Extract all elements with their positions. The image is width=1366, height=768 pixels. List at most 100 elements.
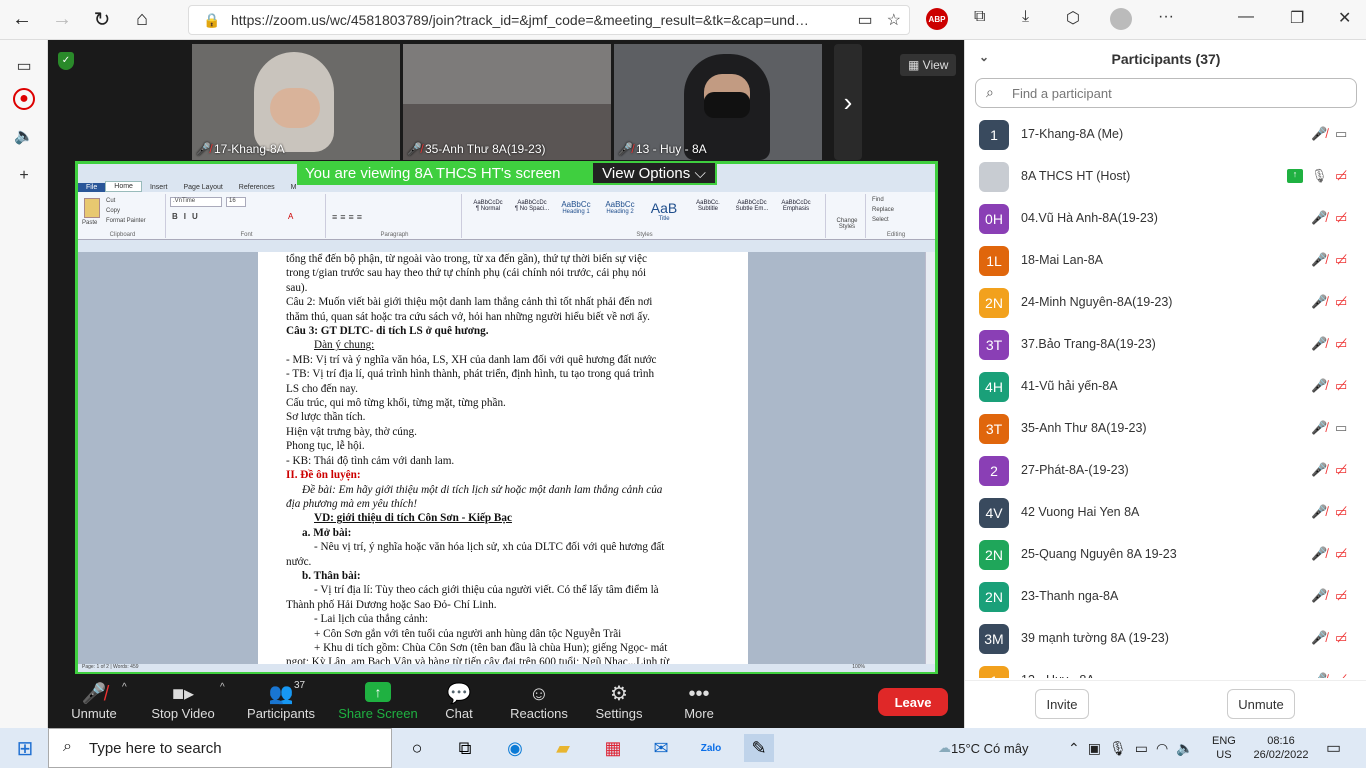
leave-button[interactable]: Leave xyxy=(878,688,948,716)
edge-icon[interactable]: ◉ xyxy=(500,734,530,762)
participants-button[interactable]: 👥 37 Participants xyxy=(226,674,336,728)
audio-options-caret[interactable]: ^ xyxy=(122,682,127,693)
participant-row[interactable]: 3T 35-Anh Thư 8A(19-23) 🎤̸ ▭ xyxy=(965,408,1366,450)
paste-icon[interactable] xyxy=(84,198,100,218)
shared-screen[interactable]: File Home Insert Page Layout References … xyxy=(75,161,938,675)
back-button[interactable]: ← xyxy=(4,4,40,36)
document-scrollbar[interactable] xyxy=(925,252,935,664)
camera-icon[interactable]: ▭ xyxy=(1135,740,1148,757)
style-subtle-emphasis[interactable]: AaBbCcDc Subtle Em... xyxy=(730,200,774,230)
wifi-icon[interactable]: ◠ xyxy=(1156,740,1168,757)
address-bar[interactable]: 🔒 https://zoom.us/wc/4581803789/join?tra… xyxy=(188,5,910,35)
style-emphasis[interactable]: AaBbCcDc Emphasis xyxy=(774,200,818,230)
minimize-icon[interactable]: — xyxy=(1238,8,1254,26)
format-painter-button[interactable]: Format Painter xyxy=(106,218,146,224)
invite-button[interactable]: Invite xyxy=(1035,689,1089,719)
tab-insert[interactable]: Insert xyxy=(142,183,176,192)
video-tile[interactable]: 🎤̸ 13 - Huy - 8A xyxy=(614,44,822,160)
mic-icon[interactable]: 🎙 xyxy=(1109,740,1127,757)
style-heading-1[interactable]: AaBbCc Heading 1 xyxy=(554,200,598,230)
participant-row[interactable]: 1L 18-Mai Lan-8A 🎤̸ ▭̸ xyxy=(965,240,1366,282)
tab-file[interactable]: File xyxy=(78,183,106,192)
participant-row[interactable]: 2 27-Phát-8A-(19-23) 🎤̸ ▭̸ xyxy=(965,450,1366,492)
encryption-shield-icon[interactable]: ✓ xyxy=(58,52,74,70)
font-name-select[interactable]: .VnTime xyxy=(170,197,222,207)
tab-references[interactable]: References xyxy=(231,183,283,192)
file-explorer-icon[interactable]: ▰ xyxy=(548,734,578,762)
select-button[interactable]: Select xyxy=(872,217,889,223)
forward-button[interactable]: → xyxy=(44,4,80,36)
read-aloud-icon[interactable]: 🔈 xyxy=(12,124,36,148)
language-indicator[interactable]: ENG US xyxy=(1212,728,1236,768)
participant-row[interactable]: 4V 42 Vuong Hai Yen 8A 🎤̸ ▭̸ xyxy=(965,492,1366,534)
style-subtitle[interactable]: AaBbCc. Subtitle xyxy=(686,200,730,230)
participant-row[interactable]: 8A THCS HT (Host) ↑ 🎙 ▭̸ xyxy=(965,156,1366,198)
add-icon[interactable]: + xyxy=(12,164,36,188)
store-icon[interactable]: ▦ xyxy=(598,734,628,762)
record-icon[interactable]: ● xyxy=(13,88,35,110)
chevron-up-icon[interactable]: ⌃ xyxy=(1068,740,1080,757)
settings-button[interactable]: ⚙ Settings xyxy=(580,674,658,728)
participant-row[interactable]: 4H 41-Vũ hải yến-8A 🎤̸ ▭̸ xyxy=(965,366,1366,408)
downloads-icon[interactable]: ⤓ xyxy=(1022,8,1029,26)
profile-avatar[interactable] xyxy=(1110,8,1132,30)
mail-icon[interactable]: ✉ xyxy=(646,734,676,762)
style-normal[interactable]: AaBbCcDc ¶ Normal xyxy=(466,200,510,230)
participant-row[interactable]: 0H 04.Vũ Hà Anh-8A(19-23) 🎤̸ ▭̸ xyxy=(965,198,1366,240)
document-page[interactable]: tổng thể đến bộ phận, từ ngoài vào trong… xyxy=(258,252,748,664)
collections-icon[interactable]: ⬡ xyxy=(1066,8,1080,28)
style-no-spacing[interactable]: AaBbCcDc ¶ No Spaci... xyxy=(510,200,554,230)
participant-row[interactable]: 2N 23-Thanh nga-8A 🎤̸ ▭̸ xyxy=(965,576,1366,618)
chat-button[interactable]: 💬 Chat xyxy=(420,674,498,728)
participant-row[interactable]: 3M 39 mạnh tường 8A (19-23) 🎤̸ ▭̸ xyxy=(965,618,1366,660)
replace-button[interactable]: Replace xyxy=(872,207,894,213)
font-format-buttons[interactable]: BIU xyxy=(172,212,204,221)
video-options-caret[interactable]: ^ xyxy=(220,682,225,693)
tabs-icon[interactable]: ▭ xyxy=(12,54,36,78)
participant-row[interactable]: 1 17-Khang-8A (Me) 🎤̸ ▭ xyxy=(965,114,1366,156)
video-tile[interactable]: 🎤̸ 35-Anh Thư 8A(19-23) xyxy=(403,44,611,160)
volume-icon[interactable]: 🔈 xyxy=(1176,740,1193,757)
copy-button[interactable]: Copy xyxy=(106,208,120,214)
windows-start-icon[interactable]: ⊞ xyxy=(10,734,40,762)
video-tile[interactable]: 🎤̸ 17-Khang-8A xyxy=(192,44,400,160)
participant-row[interactable]: 2N 24-Minh Nguyên-8A(19-23) 🎤̸ ▭̸ xyxy=(965,282,1366,324)
notifications-icon[interactable]: ▭ xyxy=(1326,728,1341,768)
clock[interactable]: 08:16 26/02/2022 xyxy=(1250,728,1312,768)
home-button[interactable]: ⌂ xyxy=(124,4,160,36)
adblock-icon[interactable]: ABP xyxy=(926,8,948,30)
font-size-select[interactable]: 16 xyxy=(226,197,246,207)
change-styles-group[interactable]: Change Styles xyxy=(828,194,866,238)
view-button[interactable]: ▦ View xyxy=(900,54,957,76)
cut-button[interactable]: Cut xyxy=(106,198,115,204)
collapse-chevron-icon[interactable]: ⌄ xyxy=(979,50,989,64)
cortana-icon[interactable]: ○ xyxy=(402,734,432,762)
find-button[interactable]: Find xyxy=(872,197,884,203)
unmute-button[interactable]: 🎤̸ Unmute ^ xyxy=(48,674,140,728)
more-menu-icon[interactable]: ··· xyxy=(1158,8,1174,26)
more-button[interactable]: ••• More xyxy=(658,674,740,728)
reload-button[interactable]: ↻ xyxy=(84,4,120,36)
close-icon[interactable]: ✕ xyxy=(1338,8,1351,28)
weather-widget[interactable]: ☁ 15°C Có mây xyxy=(938,728,1028,768)
font-color-icon[interactable]: A xyxy=(288,212,293,221)
participant-row[interactable]: 2N 25-Quang Nguyên 8A 19-23 🎤̸ ▭̸ xyxy=(965,534,1366,576)
camera-indicator-icon[interactable]: ▭ xyxy=(858,10,873,30)
task-view-icon[interactable]: ⧉ xyxy=(450,734,480,762)
system-tray[interactable]: ⌃ ▣ 🎙 ▭ ◠ 🔈 xyxy=(1068,728,1194,768)
style-title[interactable]: AaB Title xyxy=(642,200,686,230)
unmute-all-button[interactable]: Unmute xyxy=(1227,689,1295,719)
participant-search-input[interactable]: ⌕ Find a participant xyxy=(975,78,1357,108)
extensions-icon[interactable]: ⧉ xyxy=(974,8,985,26)
restore-icon[interactable]: ❐ xyxy=(1290,8,1304,28)
view-options-button[interactable]: View Options ⌵ xyxy=(591,161,717,185)
style-heading-2[interactable]: AaBbCc Heading 2 xyxy=(598,200,642,230)
pen-app-icon[interactable]: ✎ xyxy=(744,734,774,762)
stop-video-button[interactable]: ■▸ Stop Video ^ xyxy=(140,674,226,728)
tab-page-layout[interactable]: Page Layout xyxy=(175,183,230,192)
favorite-add-icon[interactable]: ☆ xyxy=(887,10,901,30)
participant-row[interactable]: 1 13 - Huy - 8A 🎤̸ ▭̸ xyxy=(965,660,1366,678)
taskbar-search-input[interactable]: ⌕ Type here to search xyxy=(48,728,392,768)
reactions-button[interactable]: ☺ Reactions xyxy=(498,674,580,728)
align-buttons[interactable]: ≡≡≡≡ xyxy=(332,212,365,222)
